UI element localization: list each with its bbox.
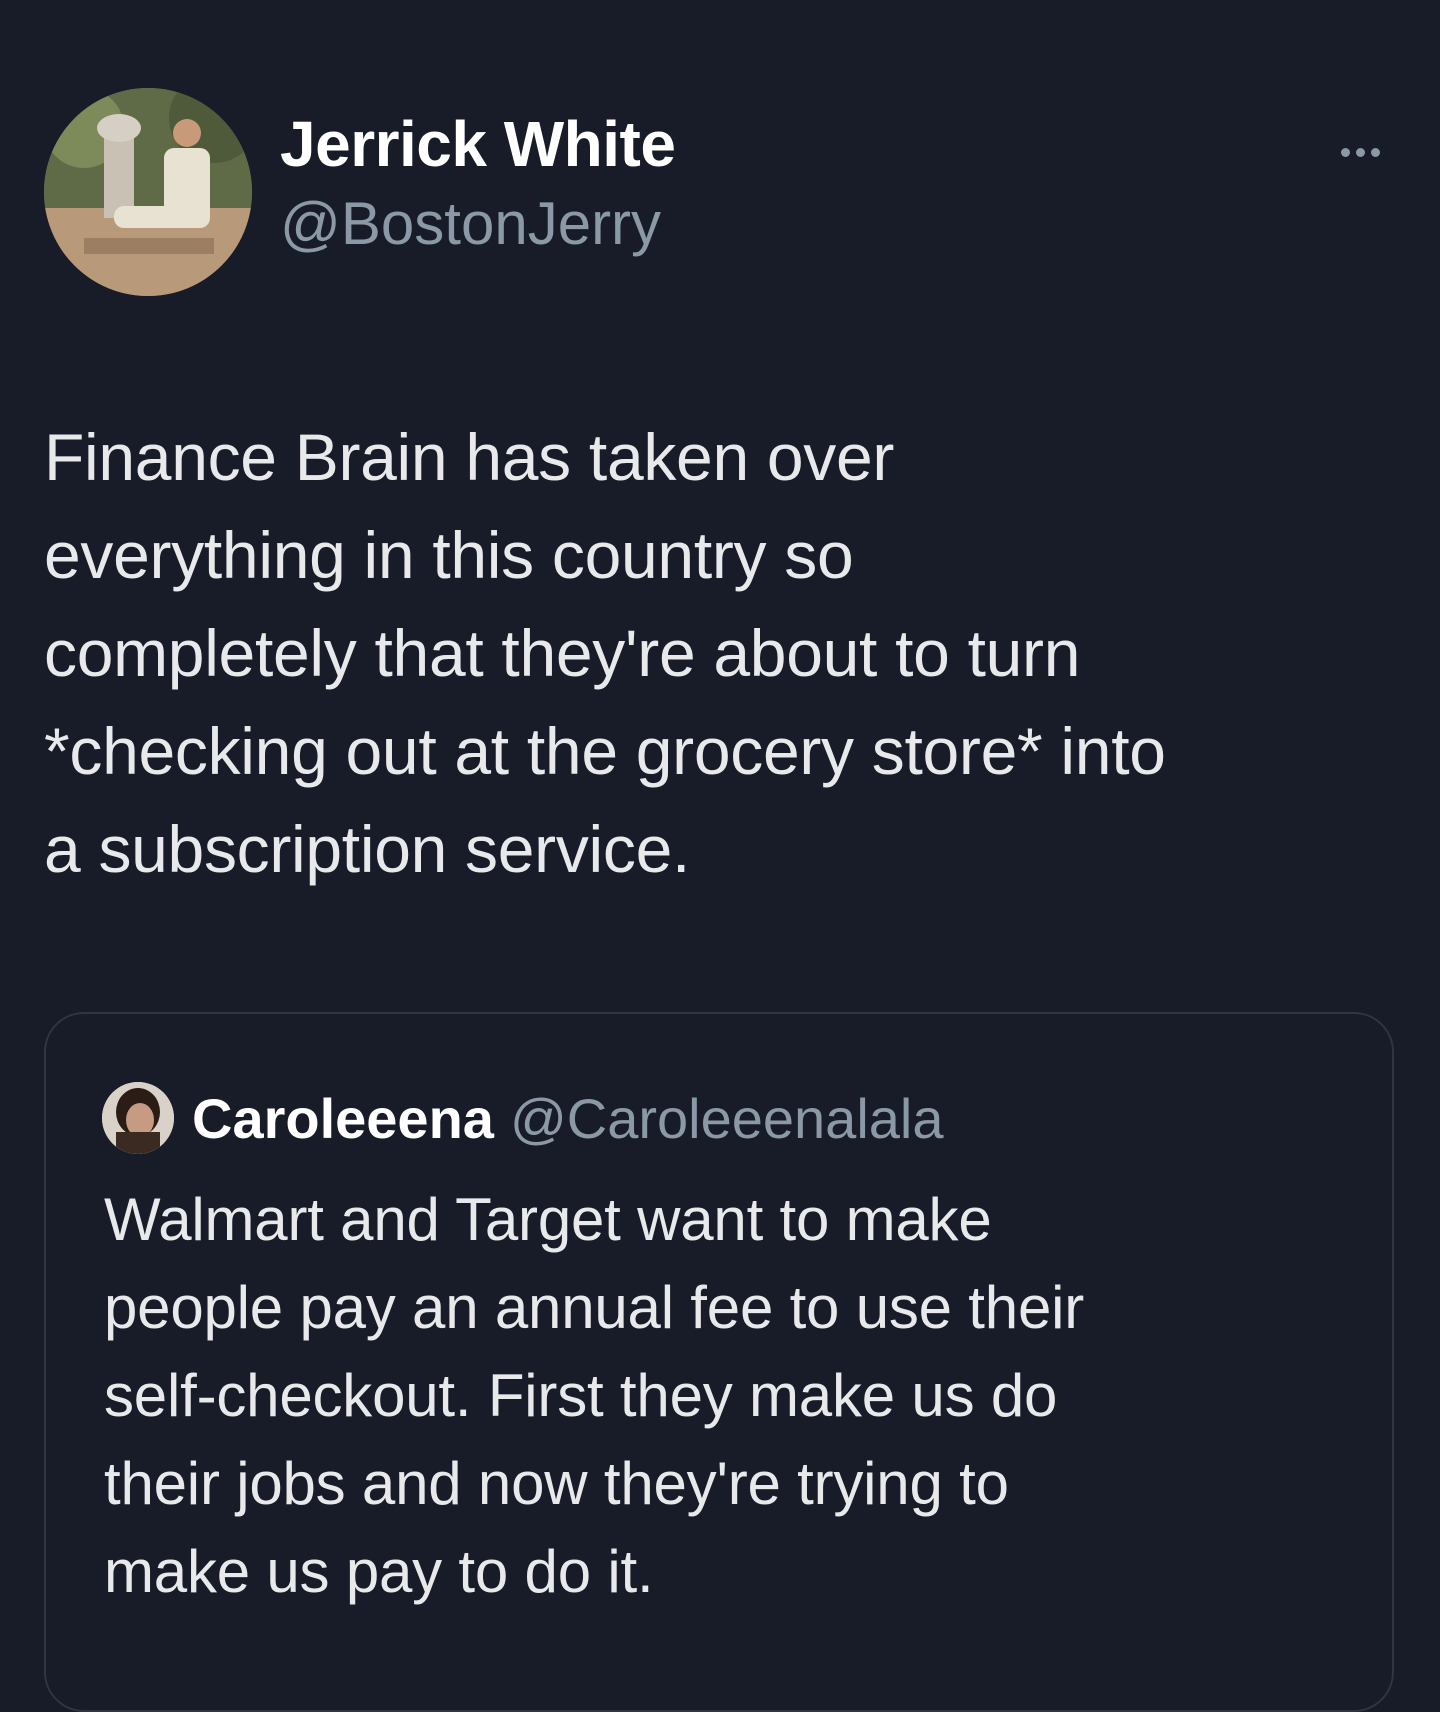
profile-photo-icon [102,1082,174,1154]
quoted-tweet-header: Caroleeena @Caroleeenalala [102,1082,944,1154]
profile-photo-icon [44,88,252,296]
more-dot [1355,147,1365,157]
quoted-tweet-card[interactable]: Caroleeena @Caroleeenalala Walmart and T… [44,1012,1394,1712]
more-dot [1370,147,1380,157]
more-horizontal-icon [1340,147,1350,157]
author-handle[interactable]: @BostonJerry [280,184,675,264]
tweet-text: Finance Brain has taken over everything … [44,420,1166,886]
quoted-author-display-name[interactable]: Caroleeena [192,1086,494,1151]
author-avatar[interactable] [44,88,252,296]
quoted-author-handle[interactable]: @Caroleeenalala [510,1086,944,1151]
author-display-name[interactable]: Jerrick White [280,108,676,180]
tweet: Jerrick White @BostonJerry Finance Brain… [0,0,1440,1712]
more-options-button[interactable] [1324,132,1396,172]
quoted-tweet-text: Walmart and Target want to make people p… [104,1186,1085,1605]
author-names: Jerrick White @BostonJerry [280,108,676,264]
tweet-header: Jerrick White @BostonJerry [44,88,1396,298]
quoted-author-avatar[interactable] [102,1082,174,1154]
